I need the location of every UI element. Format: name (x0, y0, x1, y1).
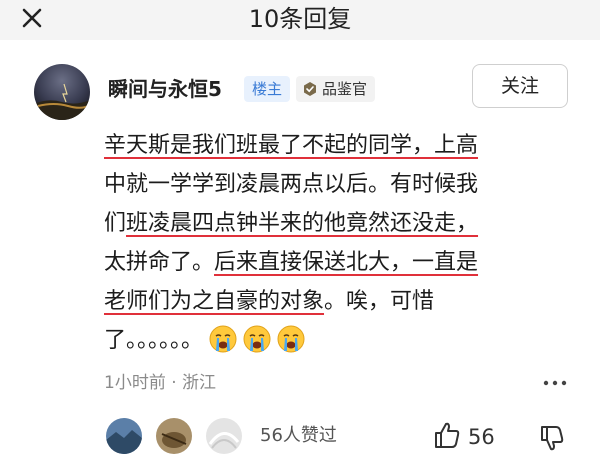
comment-line: 中就一学学到凌晨两点以后。有时候我 (104, 165, 574, 204)
thumbs-up-icon[interactable] (432, 420, 462, 450)
like-count: 56 (468, 425, 495, 449)
underlined-text-segment: 老师们为之自豪的对象 (104, 289, 325, 314)
comment-text: 辛天斯是我们班最了不起的同学，上高 中就一学学到凌晨两点以后。有时候我 们班凌晨四点… (104, 126, 574, 360)
comment-location: 浙江 (182, 373, 217, 393)
liker-avatar-image (156, 418, 192, 454)
comment-meta: 1小时前 · 浙江 (104, 372, 216, 394)
crying-face-emoji (243, 325, 271, 353)
critic-badge: 品鉴官 (296, 76, 376, 102)
comment-line: 太拼命了。后来直接保送北大，一直是 (104, 243, 574, 282)
text-segment: 了。。。。。。 (104, 328, 204, 353)
text-segment: 太拼命了。 (104, 250, 215, 275)
more-icon[interactable] (542, 370, 568, 396)
page-title: 10条回复 (248, 5, 352, 33)
text-segment: 。唉，可惜 (324, 289, 435, 314)
text-segment: 中就一学学到凌晨两点以后。有时候我 (104, 172, 479, 197)
meta-separator: · (171, 373, 183, 393)
op-badge: 楼主 (244, 76, 291, 102)
follow-button[interactable]: 关注 (472, 64, 568, 108)
liker-avatar-image (206, 418, 242, 454)
liker-avatar[interactable] (106, 418, 142, 454)
liker-avatar[interactable] (156, 418, 192, 454)
username[interactable]: 瞬间与永恒5 (108, 76, 222, 102)
comment-line: 辛天斯是我们班最了不起的同学，上高 (104, 126, 574, 165)
critic-badge-label: 品鉴官 (322, 80, 368, 98)
underlined-text-segment: 辛天斯是我们班最了不起的同学，上高 (104, 133, 479, 158)
comment-line: 老师们为之自豪的对象。唉，可惜 (104, 282, 574, 321)
comment-line: 了。。。。。。 (104, 321, 574, 360)
underlined-text-segment: 班凌晨四点钟半来的他竟然还没走， (126, 211, 479, 236)
likers-summary[interactable]: 56人赞过 (260, 424, 337, 448)
comment-time: 1小时前 (104, 373, 166, 393)
crying-face-emoji (209, 325, 237, 353)
top-bar: 10条回复 (0, 0, 600, 40)
liker-avatar-image (106, 418, 142, 454)
comment-line: 们班凌晨四点钟半来的他竟然还没走， (104, 204, 574, 243)
crying-face-emoji (277, 325, 305, 353)
thumbs-down-icon[interactable] (538, 424, 566, 452)
avatar[interactable] (34, 64, 90, 120)
avatar-image (34, 64, 90, 120)
critic-badge-icon (304, 82, 316, 96)
text-segment: 们 (104, 211, 127, 236)
underlined-text-segment: 后来直接保送北大，一直是 (214, 250, 479, 275)
liker-avatar[interactable] (206, 418, 242, 454)
